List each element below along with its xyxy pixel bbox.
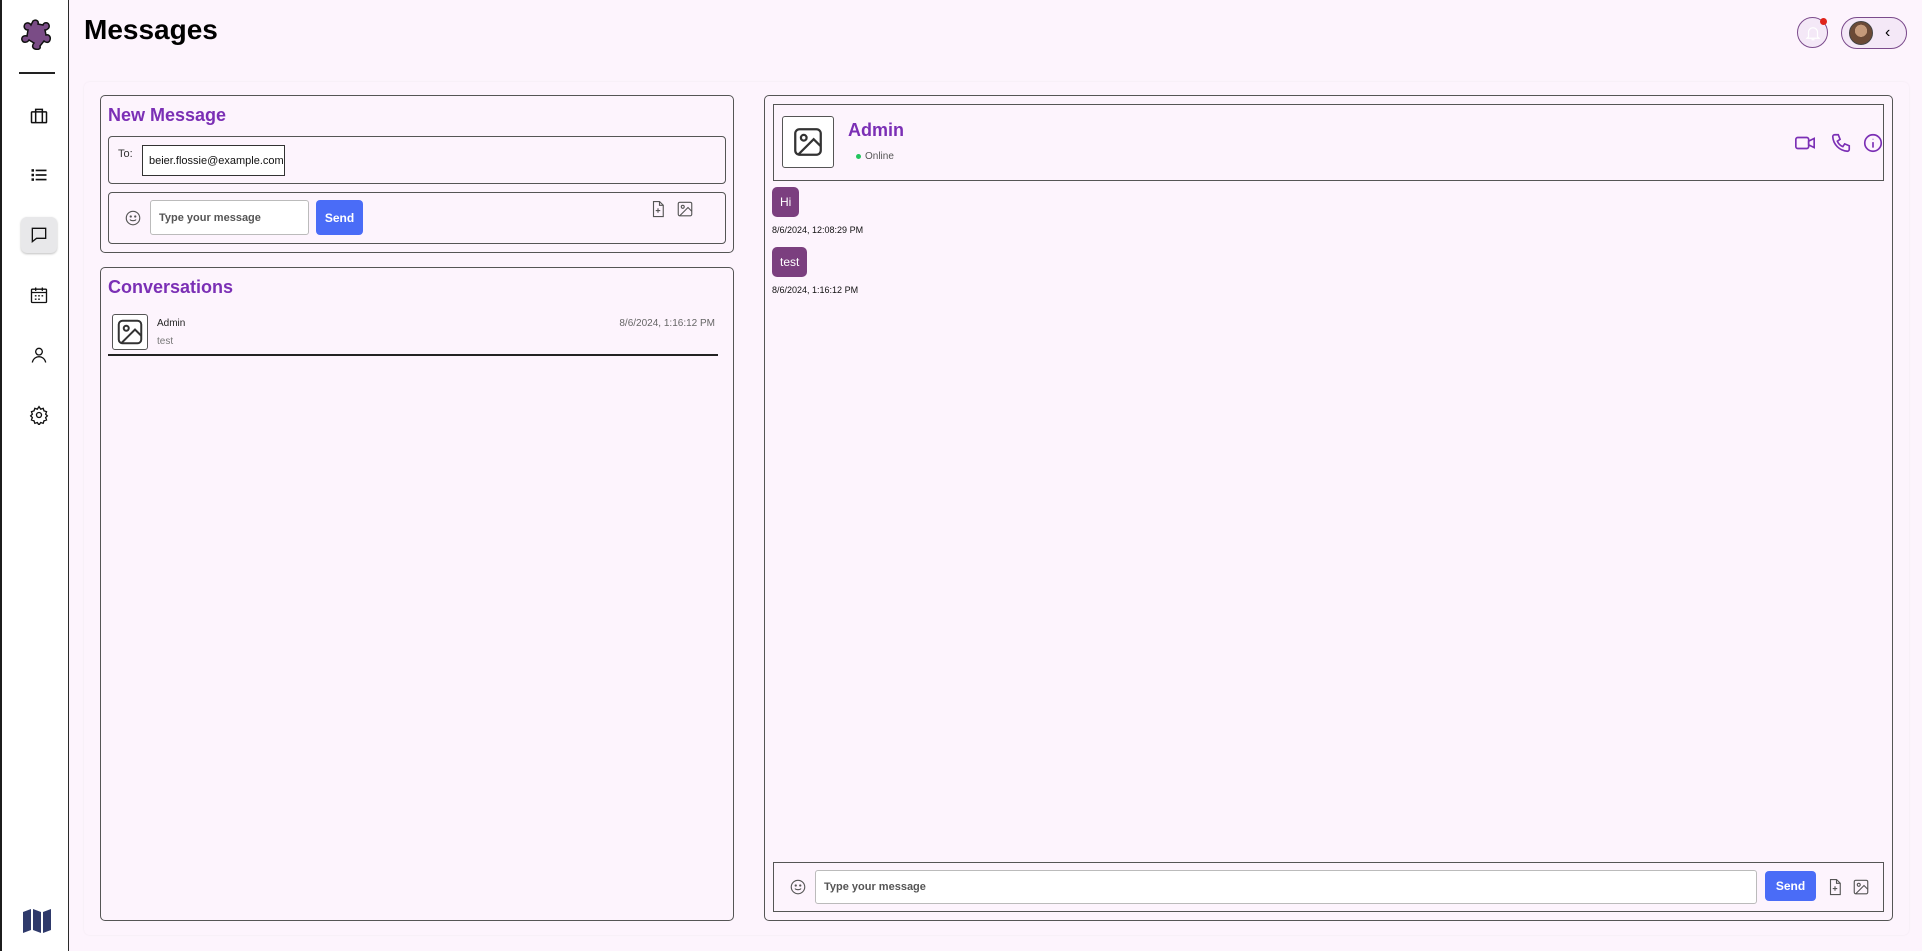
map-icon[interactable]: [22, 908, 52, 934]
image-icon: [677, 201, 693, 217]
gear-icon: [29, 405, 49, 425]
attach-file-button[interactable]: [1826, 878, 1844, 896]
list-icon: [31, 169, 47, 181]
to-label: To:: [118, 148, 133, 160]
recipient-input[interactable]: [142, 145, 285, 176]
user-menu-button[interactable]: ‹: [1841, 17, 1907, 49]
page-title: Messages: [84, 14, 218, 45]
conversations-title: Conversations: [108, 277, 234, 297]
contact-name: Admin: [848, 120, 904, 140]
user-icon: [31, 347, 47, 363]
chat-icon: [31, 227, 47, 244]
new-message-send-button[interactable]: Send: [316, 200, 363, 235]
attach-image-button[interactable]: [676, 200, 694, 218]
online-dot-icon: [856, 154, 861, 159]
image-icon: [1853, 879, 1869, 895]
emoji-button[interactable]: [124, 209, 142, 227]
sidebar-item-briefcase[interactable]: [21, 98, 57, 134]
notification-button[interactable]: [1797, 17, 1828, 48]
recipient-row: To:: [108, 136, 726, 184]
puzzle-logo-icon[interactable]: [21, 18, 53, 50]
message-bubble: Hi: [772, 187, 800, 217]
contact-status: Online: [856, 151, 894, 162]
sidebar: [2, 0, 69, 951]
briefcase-icon: [30, 108, 48, 124]
voice-call-button[interactable]: [1830, 132, 1852, 159]
new-message-compose: Send: [108, 192, 726, 244]
conversation-name: Admin: [157, 318, 186, 329]
sidebar-item-messages[interactable]: [21, 217, 57, 253]
attach-file-button[interactable]: [649, 200, 667, 218]
image-placeholder-icon: [794, 128, 822, 156]
smiley-icon: [125, 210, 141, 226]
chat-message-input[interactable]: [815, 870, 1757, 904]
emoji-button[interactable]: [789, 878, 807, 896]
sidebar-item-calendar[interactable]: [21, 277, 57, 313]
sidebar-item-list[interactable]: [21, 157, 57, 193]
message-bubble: test: [772, 247, 808, 277]
conversation-avatar: [112, 314, 148, 350]
message-timestamp: 8/6/2024, 12:08:29 PM: [772, 225, 864, 235]
conversation-last-message: test: [157, 336, 174, 347]
file-plus-icon: [1829, 878, 1841, 896]
chevron-left-icon: ‹: [1885, 24, 1891, 41]
status-label: Online: [865, 151, 894, 162]
conversation-timestamp: 8/6/2024, 1:16:12 PM: [619, 318, 715, 329]
conversations-panel: Conversations Admin test 8/6/2024, 1:16:…: [100, 267, 734, 921]
notification-badge: [1820, 18, 1827, 25]
chat-compose: Send: [773, 862, 1884, 912]
chat-send-button[interactable]: Send: [1765, 871, 1816, 901]
phone-icon: [1831, 133, 1851, 153]
info-icon: [1863, 133, 1883, 153]
contact-avatar: [782, 116, 834, 168]
attach-image-button[interactable]: [1852, 878, 1870, 896]
logo-divider: [19, 72, 55, 74]
contact-info-button[interactable]: [1862, 132, 1884, 159]
new-message-input[interactable]: [150, 200, 309, 235]
bell-icon: [1805, 26, 1820, 40]
conversation-item[interactable]: Admin test 8/6/2024, 1:16:12 PM: [108, 314, 718, 356]
avatar: [1849, 21, 1873, 45]
sidebar-item-settings[interactable]: [21, 397, 57, 433]
video-icon: [1795, 136, 1815, 150]
calendar-icon: [30, 287, 48, 304]
chat-header: Admin Online: [773, 104, 1884, 181]
message-timestamp: 8/6/2024, 1:16:12 PM: [772, 285, 859, 295]
video-call-button[interactable]: [1794, 132, 1816, 159]
chat-panel: Admin Online Hi 8/6/2024, 12:08:29 PM te…: [764, 95, 1893, 921]
new-message-title: New Message: [108, 105, 227, 125]
new-message-panel: New Message To: Send: [100, 95, 734, 253]
smiley-icon: [790, 879, 806, 895]
sidebar-item-profile[interactable]: [21, 337, 57, 373]
image-placeholder-icon: [117, 319, 143, 345]
file-plus-icon: [652, 200, 664, 218]
